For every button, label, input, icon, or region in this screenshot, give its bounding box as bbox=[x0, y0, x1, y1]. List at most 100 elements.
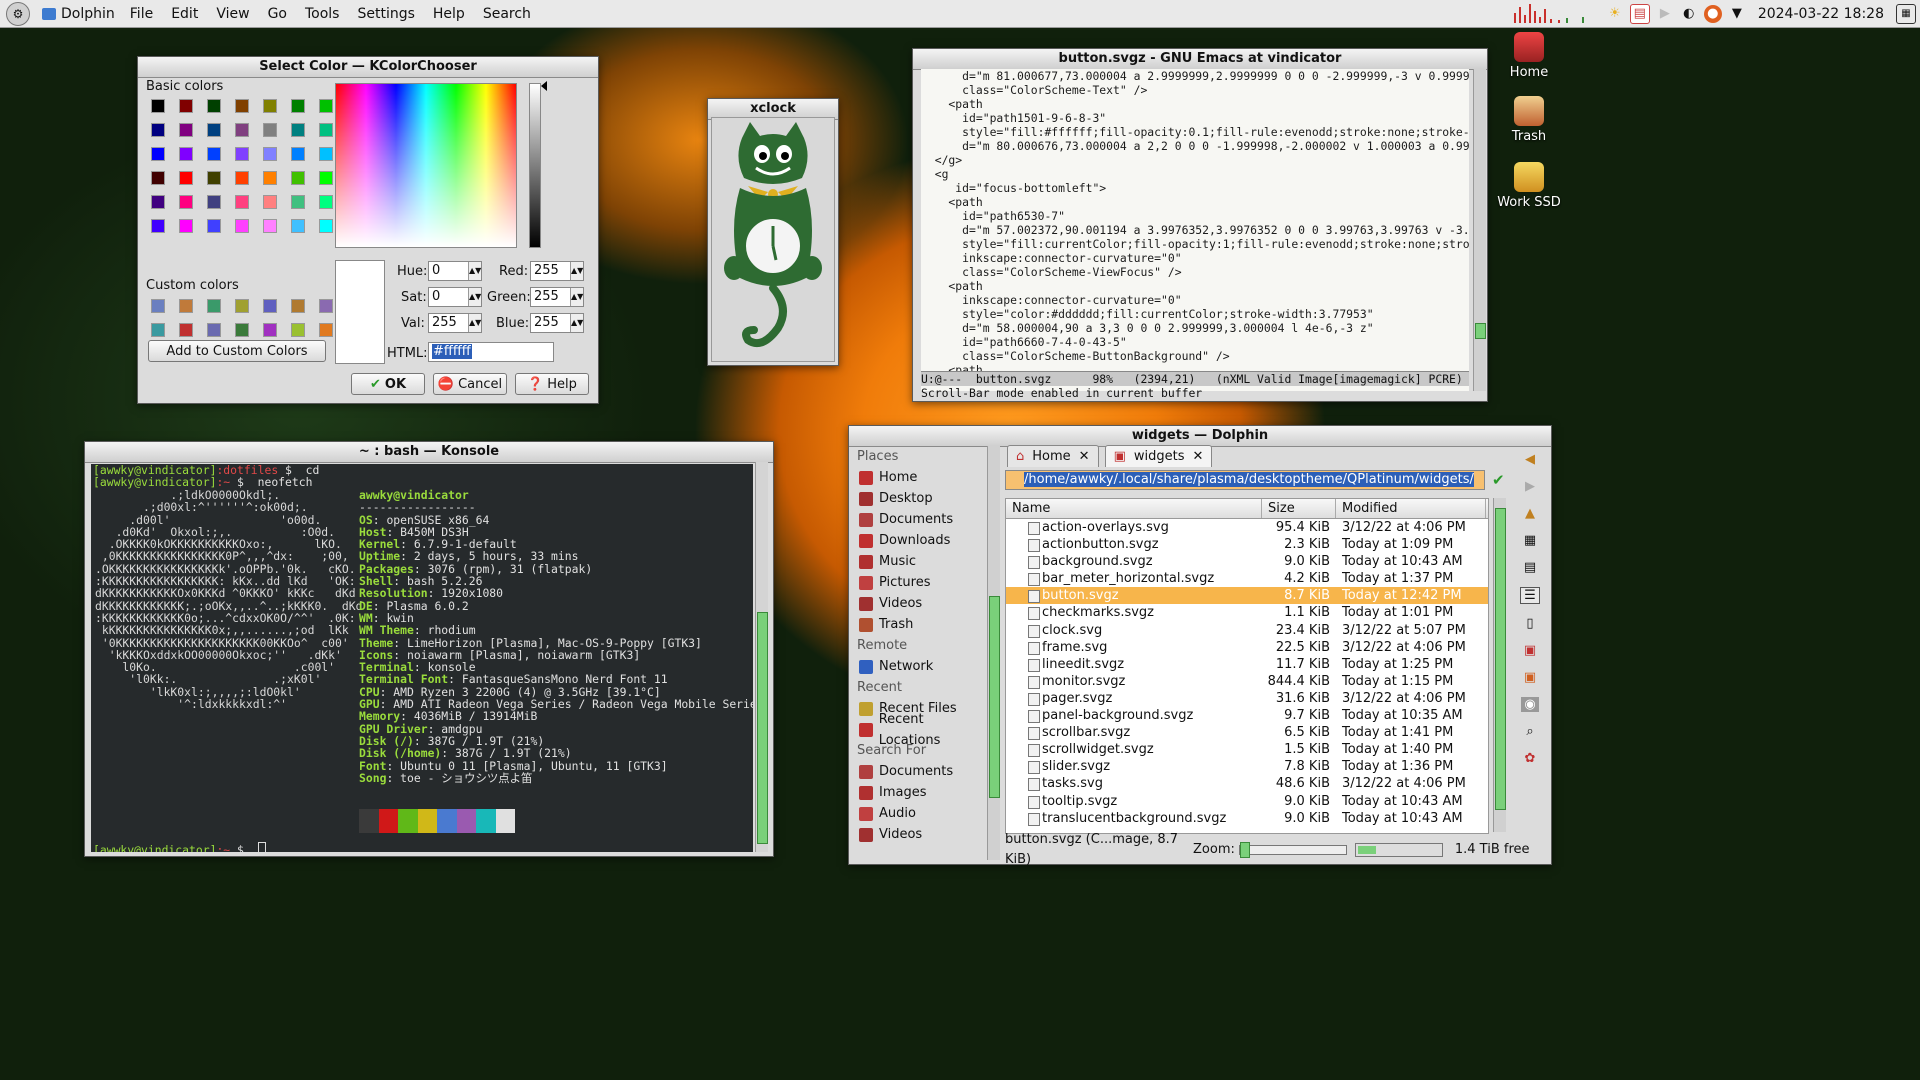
menu-help[interactable]: Help bbox=[424, 6, 474, 22]
cpu-graph-icon[interactable] bbox=[1510, 3, 1600, 25]
file-row[interactable]: background.svgz 9.0 KiB Today at 10:43 AM bbox=[1006, 553, 1488, 570]
spin-arrows-icon[interactable]: ▲▼ bbox=[468, 314, 481, 332]
media-icon[interactable]: ▶ bbox=[1656, 5, 1674, 23]
value-slider[interactable] bbox=[529, 83, 541, 248]
terminal-icon[interactable]: ▣ bbox=[1524, 670, 1536, 685]
basic-color-swatch[interactable] bbox=[236, 220, 248, 232]
location-bar[interactable]: /home/awwky/.local/share/plasma/desktopt… bbox=[1005, 470, 1485, 490]
basic-color-swatch[interactable] bbox=[264, 220, 276, 232]
help-button[interactable]: ❓ Help bbox=[515, 373, 589, 395]
terminal-output[interactable]: [awwky@vindicator]:dotfiles $ cd [awwky@… bbox=[91, 464, 753, 852]
file-row[interactable]: action-overlays.svg 95.4 KiB 3/12/22 at 4:… bbox=[1006, 519, 1488, 536]
network-manager-icon[interactable]: ◐ bbox=[1680, 5, 1698, 23]
places-item-audio[interactable]: Audio bbox=[853, 803, 987, 824]
search-icon[interactable]: ⌕ bbox=[1526, 724, 1533, 739]
places-item-downloads[interactable]: Downloads bbox=[853, 530, 987, 551]
custom-color-swatch[interactable] bbox=[264, 324, 276, 336]
places-item-documents[interactable]: Documents bbox=[853, 509, 987, 530]
up-icon[interactable]: ▲ bbox=[1525, 506, 1535, 521]
filter-icon[interactable]: ✿ bbox=[1525, 751, 1536, 766]
terminal-scrollbar[interactable] bbox=[755, 462, 768, 852]
desktop-icon-trash[interactable]: Trash bbox=[1489, 96, 1569, 144]
custom-color-swatch[interactable] bbox=[208, 300, 220, 312]
file-list[interactable]: Name Size Modified action-overlays.svg 95… bbox=[1005, 498, 1489, 834]
forward-icon[interactable]: ▶ bbox=[1525, 479, 1535, 494]
tray-expand-icon[interactable]: ▼ bbox=[1728, 5, 1746, 23]
desktop-icon-home[interactable]: Home bbox=[1489, 32, 1569, 80]
window-title[interactable]: Select Color — KColorChooser bbox=[138, 57, 598, 78]
hue-spinbox[interactable]: 0 ▲▼ bbox=[428, 261, 482, 281]
zoom-slider[interactable] bbox=[1238, 842, 1347, 858]
split-icon[interactable]: ▯ bbox=[1526, 616, 1533, 631]
menu-go[interactable]: Go bbox=[259, 6, 296, 22]
basic-color-swatch[interactable] bbox=[208, 100, 220, 112]
add-custom-colors-button[interactable]: Add to Custom Colors bbox=[148, 340, 326, 362]
window-title[interactable]: ~ : bash — Konsole bbox=[85, 442, 773, 463]
file-row[interactable]: scrollwidget.svgz 1.5 KiB Today at 1:40 PM bbox=[1006, 741, 1488, 758]
places-scrollbar[interactable] bbox=[987, 446, 1000, 860]
file-row[interactable]: panel-background.svgz 9.7 KiB Today at 10:… bbox=[1006, 707, 1488, 724]
places-item-pictures[interactable]: Pictures bbox=[853, 572, 987, 593]
basic-color-swatch[interactable] bbox=[320, 100, 332, 112]
basic-color-swatch[interactable] bbox=[292, 196, 304, 208]
updates-icon[interactable]: ● bbox=[1703, 4, 1722, 23]
places-item-trash[interactable]: Trash bbox=[853, 614, 987, 635]
file-row[interactable]: translucentbackground.svgz 9.0 KiB Today a… bbox=[1006, 810, 1488, 827]
basic-color-swatch[interactable] bbox=[180, 172, 192, 184]
custom-color-swatch[interactable] bbox=[292, 324, 304, 336]
custom-color-swatch[interactable] bbox=[236, 300, 248, 312]
basic-color-swatch[interactable] bbox=[208, 148, 220, 160]
file-row[interactable]: tasks.svg 48.6 KiB 3/12/22 at 4:06 PM bbox=[1006, 775, 1488, 792]
editor-buffer[interactable]: d="m 81.000677,73.000004 a 2.9999999,2.9… bbox=[921, 69, 1469, 391]
window-switcher-icon[interactable]: ▦ bbox=[1896, 3, 1916, 24]
custom-color-swatch[interactable] bbox=[180, 324, 192, 336]
icons-view-icon[interactable]: ▦ bbox=[1524, 533, 1536, 548]
path-text[interactable]: /home/awwky/.local/share/plasma/desktopt… bbox=[1024, 472, 1474, 487]
column-size[interactable]: Size bbox=[1262, 499, 1336, 518]
close-tab-icon[interactable]: ✕ bbox=[1079, 449, 1090, 464]
custom-color-swatch[interactable] bbox=[292, 300, 304, 312]
basic-color-swatch[interactable] bbox=[320, 220, 332, 232]
sat-spinbox[interactable]: 0 ▲▼ bbox=[428, 287, 482, 307]
menu-settings[interactable]: Settings bbox=[348, 6, 423, 22]
file-row[interactable]: monitor.svgz 844.4 KiB Today at 1:15 PM bbox=[1006, 673, 1488, 690]
menu-search[interactable]: Search bbox=[474, 6, 540, 22]
window-title[interactable]: button.svgz - GNU Emacs at vindicator bbox=[913, 49, 1487, 70]
file-row[interactable]: checkmarks.svgz 1.1 KiB Today at 1:01 PM bbox=[1006, 604, 1488, 621]
details-view-icon[interactable]: ☰ bbox=[1520, 587, 1540, 604]
tab-home[interactable]: ⌂ Home ✕ bbox=[1007, 445, 1099, 467]
html-input[interactable]: #ffffff bbox=[428, 342, 554, 362]
custom-color-swatch[interactable] bbox=[180, 300, 192, 312]
file-row[interactable]: lineedit.svgz 11.7 KiB Today at 1:25 PM bbox=[1006, 656, 1488, 673]
places-item-images[interactable]: Images bbox=[853, 782, 987, 803]
preview-icon[interactable]: ◉ bbox=[1521, 697, 1539, 712]
basic-color-swatch[interactable] bbox=[180, 220, 192, 232]
file-row[interactable]: scrollbar.svgz 6.5 KiB Today at 1:41 PM bbox=[1006, 724, 1488, 741]
file-row[interactable]: tooltip.svgz 9.0 KiB Today at 10:43 AM bbox=[1006, 793, 1488, 810]
red-spinbox[interactable]: 255 ▲▼ bbox=[530, 261, 584, 281]
basic-color-swatch[interactable] bbox=[152, 148, 164, 160]
custom-color-swatch[interactable] bbox=[320, 300, 332, 312]
places-item-documents[interactable]: Documents bbox=[853, 761, 987, 782]
basic-color-swatch[interactable] bbox=[208, 220, 220, 232]
custom-color-swatch[interactable] bbox=[208, 324, 220, 336]
places-item-videos[interactable]: Videos bbox=[853, 593, 987, 614]
custom-color-swatch[interactable] bbox=[236, 324, 248, 336]
tab-widgets[interactable]: ▣ widgets ✕ bbox=[1104, 445, 1213, 467]
basic-color-swatch[interactable] bbox=[208, 172, 220, 184]
custom-color-swatch[interactable] bbox=[264, 300, 276, 312]
basic-color-swatch[interactable] bbox=[264, 196, 276, 208]
custom-color-swatch[interactable] bbox=[152, 300, 164, 312]
file-row[interactable]: clock.svg 23.4 KiB 3/12/22 at 5:07 PM bbox=[1006, 622, 1488, 639]
basic-color-swatch[interactable] bbox=[292, 220, 304, 232]
basic-color-swatch[interactable] bbox=[208, 196, 220, 208]
basic-color-swatch[interactable] bbox=[320, 196, 332, 208]
column-name[interactable]: Name bbox=[1006, 499, 1262, 518]
val-spinbox[interactable]: 255 ▲▼ bbox=[428, 313, 482, 333]
basic-color-swatch[interactable] bbox=[320, 148, 332, 160]
blue-spinbox[interactable]: 255 ▲▼ bbox=[530, 313, 584, 333]
file-row[interactable]: actionbutton.svgz 2.3 KiB Today at 1:09 PM bbox=[1006, 536, 1488, 553]
active-app[interactable]: Dolphin bbox=[38, 6, 121, 22]
value-slider-handle-icon[interactable] bbox=[541, 81, 547, 91]
hue-saturation-picker[interactable] bbox=[335, 83, 517, 248]
